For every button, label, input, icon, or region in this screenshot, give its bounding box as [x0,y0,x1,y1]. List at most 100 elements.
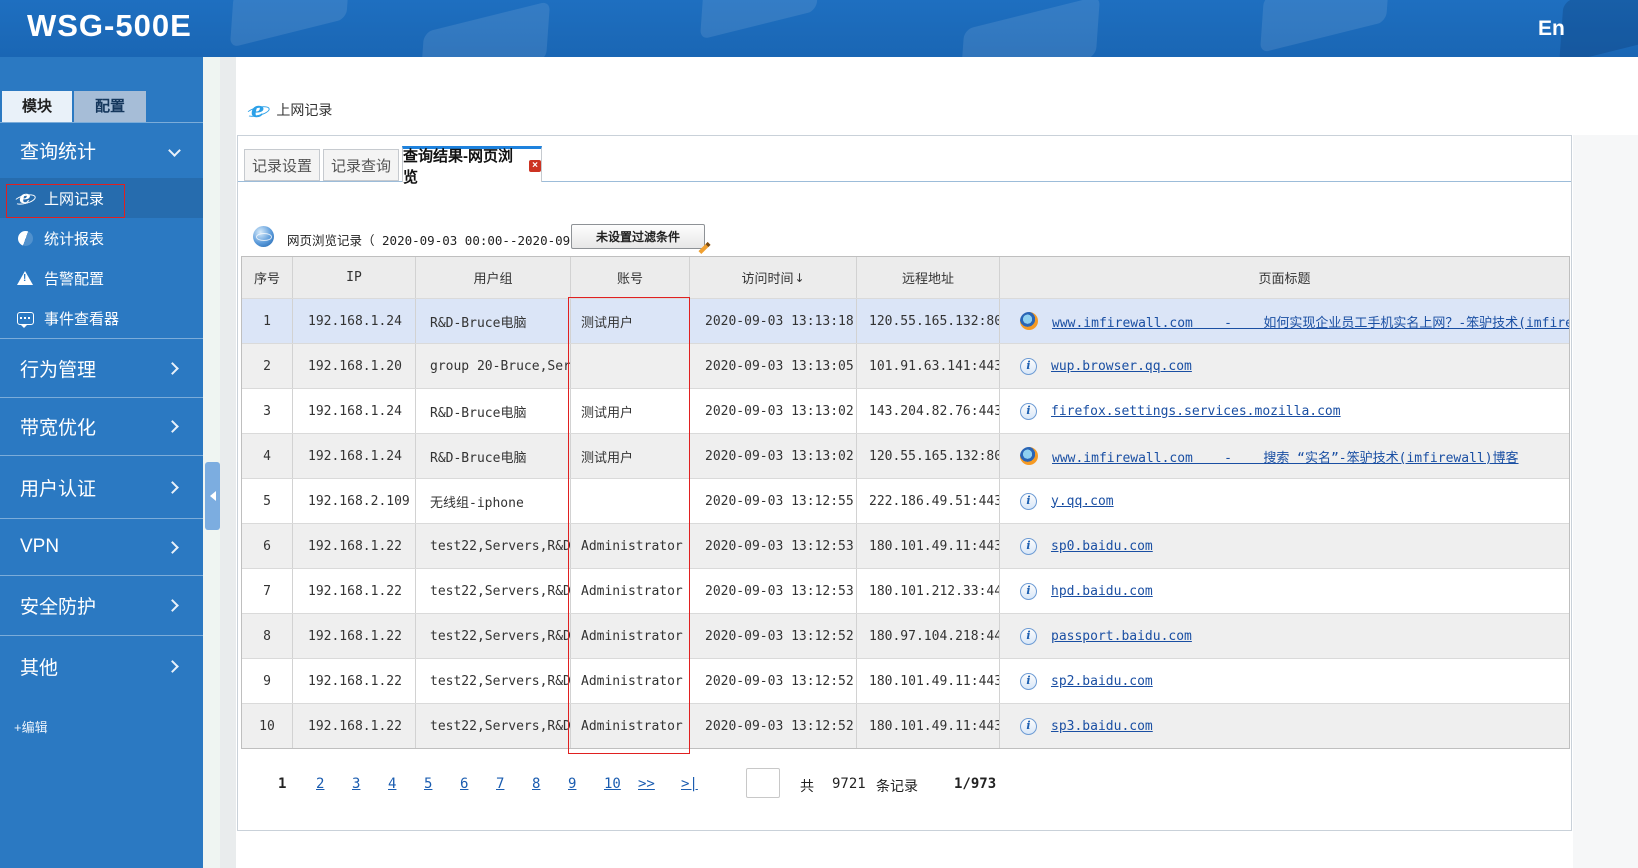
filter-button-label: 未设置过滤条件 [595,230,680,244]
tab-query-result[interactable]: 查询结果-网页浏览 × [402,146,542,186]
col-header-remote[interactable]: 远程地址 [857,257,1000,298]
sidebar: 模块 配置 查询统计 e 上网记录 统计报表 告警配置 事件查看器 [0,57,203,868]
page-title-link[interactable]: wup.browser.qq.com [1051,359,1192,374]
page-link-3[interactable]: 3 [352,776,360,792]
sidebar-group-vpn[interactable]: VPN [0,518,203,575]
cell-title: sp2.baidu.com [1000,659,1569,703]
page-title-link[interactable]: firefox.settings.services.mozilla.com [1051,404,1341,419]
page-title-link[interactable]: www.imfirewall.com - 搜索 “实名”-笨驴技术(imfire… [1052,447,1519,466]
cell-remote: 101.91.63.141:443 [857,344,1000,388]
keyboard-decoration [419,0,551,57]
col-header-time-label: 访问时间 [741,272,794,287]
sidebar-collapse-handle[interactable] [205,462,220,530]
cell-ip: 192.168.1.22 [293,524,416,568]
cell-title: passport.baidu.com [1000,614,1569,658]
cell-account: Administrator [571,524,690,568]
tab-record-settings[interactable]: 记录设置 [244,149,320,181]
sidebar-group-query-stats[interactable]: 查询统计 [0,122,203,178]
cell-group: test22,Servers,R&D… [416,659,571,703]
sidebar-item-event-viewer[interactable]: 事件查看器 [0,298,203,338]
page-link-8[interactable]: 8 [532,776,540,792]
page-title-link[interactable]: sp3.baidu.com [1051,719,1153,734]
sidebar-group-other[interactable]: 其他 [0,635,203,697]
sidebar-edit-link[interactable]: +编辑 [14,717,48,736]
page-link-6[interactable]: 6 [460,776,468,792]
page-link-5[interactable]: 5 [424,776,432,792]
sidebar-item-label: 统计报表 [44,230,105,248]
table-row[interactable]: 2 192.168.1.20 group 20-Bruce,Ser… 2020-… [242,343,1569,388]
sidebar-item-web-records[interactable]: e 上网记录 [0,178,203,218]
filter-button[interactable]: 未设置过滤条件 [571,224,711,255]
page-title-link[interactable]: hpd.baidu.com [1051,584,1153,599]
table-row[interactable]: 5 192.168.2.109 无线组-iphone 2020-09-03 13… [242,478,1569,523]
table-row[interactable]: 10 192.168.1.22 test22,Servers,R&D… Admi… [242,703,1569,748]
table-header-row: 序号 IP 用户组 账号 访问时间 ↓ 远程地址 页面标题 [242,257,1569,298]
cell-group: R&D-Bruce电脑 [416,299,571,343]
sidebar-group-security[interactable]: 安全防护 [0,575,203,635]
keyboard-decoration [699,0,821,40]
site-icon [1020,627,1037,645]
cell-group: group 20-Bruce,Ser… [416,344,571,388]
breadcrumb: e 上网记录 [251,99,332,120]
page-title-link[interactable]: sp2.baidu.com [1051,674,1153,689]
last-page-link[interactable]: >| [681,776,698,792]
table-row[interactable]: 8 192.168.1.22 test22,Servers,R&D… Admin… [242,613,1569,658]
page-link-10[interactable]: 10 [604,776,621,792]
keyboard-decoration [959,0,1101,57]
page-indicator: 1/973 [954,776,997,792]
col-header-ip[interactable]: IP [293,257,416,298]
col-header-group[interactable]: 用户组 [416,257,571,298]
chevron-right-icon [166,420,179,433]
sidebar-item-stat-reports[interactable]: 统计报表 [0,218,203,258]
cell-remote: 120.55.165.132:80 [857,434,1000,478]
sidebar-tab-config[interactable]: 配置 [74,91,146,122]
table-row[interactable]: 7 192.168.1.22 test22,Servers,R&D… Admin… [242,568,1569,613]
sidebar-item-alert-config[interactable]: 告警配置 [0,258,203,298]
page-title-link[interactable]: y.qq.com [1051,494,1114,509]
sidebar-group-label: 安全防护 [20,597,97,618]
close-icon[interactable]: × [529,159,541,172]
page-link-4[interactable]: 4 [388,776,396,792]
cell-account: 测试用户 [571,299,690,343]
sidebar-tab-modules[interactable]: 模块 [2,91,72,122]
cell-no: 7 [242,569,293,613]
chevron-right-icon [166,660,179,673]
cell-ip: 192.168.1.20 [293,344,416,388]
cell-account [571,479,690,523]
cell-ip: 192.168.1.24 [293,299,416,343]
sidebar-group-bandwidth[interactable]: 带宽优化 [0,397,203,455]
sidebar-group-label: 带宽优化 [20,418,97,439]
table-row[interactable]: 1 192.168.1.24 R&D-Bruce电脑 测试用户 2020-09-… [242,298,1569,343]
message-icon [14,311,36,328]
result-toolbar: 网页浏览记录（ 2020-09-03 00:00--2020-09-03 23:… [238,224,1571,255]
page-title-link[interactable]: www.imfirewall.com - 如何实现企业员工手机实名上网？-笨驴技… [1052,312,1569,331]
col-header-no[interactable]: 序号 [242,257,293,298]
next-pages-link[interactable]: >> [638,776,655,792]
col-header-account[interactable]: 账号 [571,257,690,298]
language-toggle[interactable]: En [1538,17,1565,41]
page-title-link[interactable]: sp0.baidu.com [1051,539,1153,554]
table-row[interactable]: 9 192.168.1.22 test22,Servers,R&D… Admin… [242,658,1569,703]
col-header-title[interactable]: 页面标题 [1000,257,1569,298]
cell-time: 2020-09-03 13:12:52 [690,659,857,703]
page-link-9[interactable]: 9 [568,776,576,792]
page-link-7[interactable]: 7 [496,776,504,792]
cell-account: Administrator [571,659,690,703]
sidebar-group-user-auth[interactable]: 用户认证 [0,455,203,518]
page-jump-input[interactable] [746,768,780,798]
page-link-2[interactable]: 2 [316,776,324,792]
col-header-time[interactable]: 访问时间 ↓ [690,257,857,298]
site-icon [1020,447,1038,465]
cell-group: R&D-Bruce电脑 [416,389,571,433]
sidebar-group-behavior[interactable]: 行为管理 [0,338,203,397]
table-row[interactable]: 6 192.168.1.22 test22,Servers,R&D… Admin… [242,523,1569,568]
tab-record-query[interactable]: 记录查询 [323,149,399,181]
ie-icon: e [251,97,265,122]
table-row[interactable]: 4 192.168.1.24 R&D-Bruce电脑 测试用户 2020-09-… [242,433,1569,478]
cell-title: sp0.baidu.com [1000,524,1569,568]
chevron-down-icon [168,144,181,157]
cell-no: 6 [242,524,293,568]
table-row[interactable]: 3 192.168.1.24 R&D-Bruce电脑 测试用户 2020-09-… [242,388,1569,433]
page-title-link[interactable]: passport.baidu.com [1051,629,1192,644]
cell-time: 2020-09-03 13:12:55 [690,479,857,523]
